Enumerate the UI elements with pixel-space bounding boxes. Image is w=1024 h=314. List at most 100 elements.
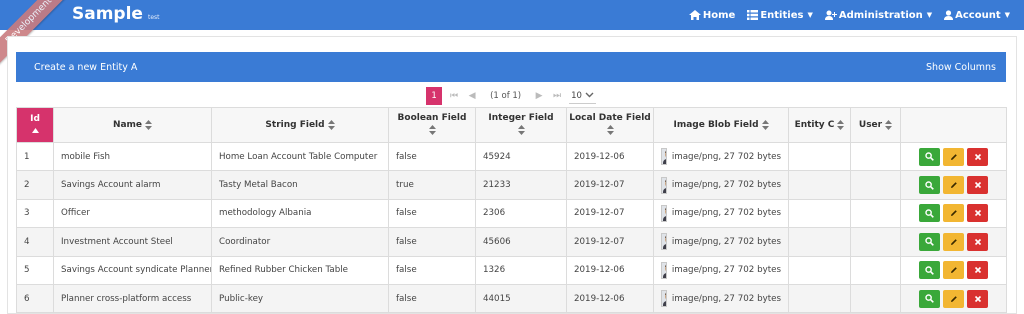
cell-image-blob-field: image/png, 27 702 bytes [653,198,789,229]
first-page-icon[interactable]: ⏮ [448,91,460,101]
show-columns-button[interactable]: Show Columns [926,62,996,73]
column-header-string-field[interactable]: String Field [211,107,389,143]
cell-image-blob-field-value: image/png, 27 702 bytes [671,151,781,162]
table-row[interactable]: 2 Savings Account alarm Tasty Metal Baco… [16,170,1007,200]
nav-administration[interactable]: Administration ▼ [824,9,932,21]
rows-per-page-select[interactable]: 10 [569,88,596,104]
next-page-icon[interactable]: ▶ [533,91,545,101]
column-header-integer-field[interactable]: Integer Field [475,107,567,143]
view-button[interactable] [919,289,940,308]
image-thumbnail[interactable] [661,204,667,222]
cell-integer-field: 1326 [475,255,567,285]
nav-entities[interactable]: Entities ▼ [747,10,813,21]
cell-local-date-field-value: 2019-12-06 [574,265,625,276]
cell-user [850,170,901,200]
sort-icon [837,120,845,130]
cell-id: 3 [16,198,54,229]
edit-button[interactable] [943,261,964,280]
view-button[interactable] [919,232,940,251]
cell-boolean-field-value: false [396,236,417,247]
cell-user [850,227,901,257]
column-header-image-blob-field[interactable]: Image Blob Field [653,107,789,143]
cell-integer-field-value: 45924 [483,151,511,162]
edit-button[interactable] [943,289,964,308]
top-navbar: Sample test Home Entities ▼ Administrati… [0,0,1024,30]
column-header-user[interactable]: User [850,107,901,143]
sort-icon [327,120,335,130]
brand[interactable]: Sample test [72,4,160,24]
column-header-string-field-label: String Field [265,120,325,130]
sort-icon [885,120,893,130]
close-icon [974,181,982,189]
cell-name-value: mobile Fish [61,151,111,162]
delete-button[interactable] [967,289,988,308]
cell-id-value[interactable]: 2 [24,180,30,190]
cell-string-field: Home Loan Account Table Computer [211,141,389,172]
cell-boolean-field-value: true [396,180,414,191]
column-header-local-date-field-label: Local Date Field [569,112,651,123]
cell-id-value[interactable]: 4 [24,237,30,247]
table-row[interactable]: 5 Savings Account syndicate Planner Refi… [16,255,1007,285]
image-thumbnail[interactable] [661,261,667,279]
nav-home[interactable]: Home [688,10,735,21]
page-number-current[interactable]: 1 [426,87,443,105]
nav-account[interactable]: Account ▼ [944,10,1010,21]
pencil-icon [950,209,958,217]
table-row[interactable]: 6 Planner cross-platform access Public-k… [16,283,1007,314]
user-plus-icon [824,10,837,20]
column-header-id[interactable]: Id [16,107,54,143]
delete-button[interactable] [967,176,988,195]
search-icon [925,180,934,190]
delete-button[interactable] [967,204,988,223]
home-icon [688,10,701,20]
column-header-boolean-field[interactable]: Boolean Field [388,107,476,143]
cell-user [850,255,901,285]
pencil-icon [950,295,958,303]
nav-entities-label: Entities [760,9,804,21]
image-thumbnail[interactable] [661,233,667,251]
pencil-icon [950,266,958,274]
cell-id-value[interactable]: 6 [24,294,30,304]
column-header-name[interactable]: Name [53,107,212,143]
edit-button[interactable] [943,176,964,195]
nav-administration-label: Administration [838,9,923,21]
cell-name: Savings Account alarm [53,170,212,200]
cell-id-value[interactable]: 3 [24,208,30,218]
view-button[interactable] [919,204,940,223]
brand-name[interactable]: Sample [72,4,143,24]
table-row[interactable]: 1 mobile Fish Home Loan Account Table Co… [16,141,1007,172]
column-header-entity-c[interactable]: Entity C [788,107,851,143]
sort-icon [145,120,153,130]
cell-integer-field: 2306 [475,198,567,229]
view-button[interactable] [919,147,940,166]
cell-image-blob-field-value: image/png, 27 702 bytes [671,236,781,247]
column-header-local-date-field[interactable]: Local Date Field [566,107,654,143]
delete-button[interactable] [967,261,988,280]
table-row[interactable]: 3 Officer methodology Albania false 2306… [16,198,1007,229]
search-icon [925,209,934,218]
create-entity-button[interactable]: Create a new Entity A [34,62,137,73]
cell-id-value[interactable]: 1 [24,152,30,162]
cell-image-blob-field: image/png, 27 702 bytes [653,255,789,285]
image-thumbnail[interactable] [661,176,667,194]
delete-button[interactable] [967,232,988,251]
close-icon [974,295,982,303]
edit-button[interactable] [943,232,964,251]
pencil-icon [950,181,958,189]
cell-integer-field-value: 45606 [483,236,511,247]
view-button[interactable] [919,261,940,280]
delete-button[interactable] [967,147,988,166]
chevron-down-icon: ▼ [1004,11,1010,19]
view-button[interactable] [919,176,940,195]
last-page-icon[interactable]: ⏭ [551,91,563,101]
image-thumbnail[interactable] [661,148,667,166]
table-row[interactable]: 4 Investment Account Steel Coordinator f… [16,227,1007,257]
previous-page-icon[interactable]: ◀ [466,91,478,101]
cell-string-field-value: Refined Rubber Chicken Table [219,265,349,276]
edit-button[interactable] [943,147,964,166]
cell-boolean-field: false [388,198,476,229]
edit-button[interactable] [943,204,964,223]
cell-id-value[interactable]: 5 [24,265,30,275]
sort-icon [761,120,769,130]
image-thumbnail[interactable] [661,290,667,308]
